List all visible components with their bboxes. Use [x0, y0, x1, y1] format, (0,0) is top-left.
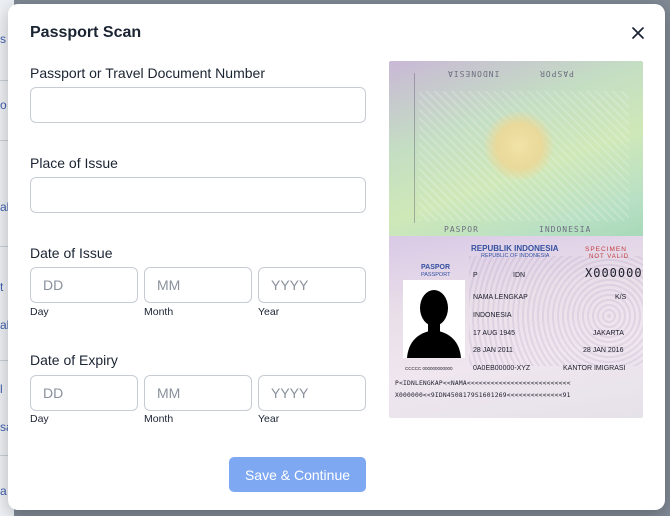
passport-birth-date: 17 AUG 1945 — [473, 330, 516, 337]
expiry-day-input[interactable] — [30, 375, 138, 411]
passport-number: X000000 — [585, 266, 643, 280]
passport-nationality: INDONESIA — [473, 312, 512, 319]
document-number-input[interactable] — [30, 87, 366, 123]
passport-issue-date: 28 JAN 2011 — [473, 347, 513, 354]
passport-top-text: INDONESIA — [447, 69, 500, 78]
passport-top-text: PASPOR — [444, 225, 479, 234]
expiry-year-sublabel: Year — [258, 413, 280, 425]
passport-photo — [403, 280, 465, 358]
passport-doc-label-en: PASSPORT — [421, 272, 451, 278]
expiry-month-sublabel: Month — [144, 413, 174, 425]
passport-sex: K/S — [615, 294, 627, 301]
passport-code: IDN — [513, 272, 526, 279]
passport-photo-code: CCCCC 000000000000 — [405, 366, 453, 371]
issue-year-input[interactable] — [258, 267, 366, 303]
passport-cover-page: INDONESIA PASPOR PASPOR INDONESIA — [389, 61, 643, 236]
passport-name: NAMA LENGKAP — [473, 294, 528, 301]
passport-data-page: REPUBLIK INDONESIA REPUBLIC OF INDONESIA… — [389, 236, 643, 418]
passport-scan-modal: Passport Scan Passport or Travel Documen… — [8, 4, 665, 510]
modal-title: Passport Scan — [30, 24, 142, 41]
passport-type: P — [473, 272, 478, 279]
passport-country: REPUBLIK INDONESIA — [471, 244, 559, 253]
passport-doc-label: PASPOR — [421, 264, 451, 271]
passport-expiry-date: 28 JAN 2016 — [583, 347, 624, 354]
expiry-day-sublabel: Day — [30, 413, 49, 425]
save-continue-button[interactable]: Save & Continue — [229, 457, 366, 492]
person-silhouette-icon — [403, 280, 465, 358]
passport-emblem — [484, 111, 554, 181]
place-of-issue-input[interactable] — [30, 177, 366, 213]
passport-country-en: REPUBLIC OF INDONESIA — [481, 253, 550, 259]
passport-top-text: PASPOR — [539, 69, 574, 78]
date-of-issue-label: Date of Issue — [30, 245, 113, 261]
issue-day-sublabel: Day — [30, 306, 49, 318]
expiry-year-input[interactable] — [258, 375, 366, 411]
passport-margin — [397, 73, 415, 223]
passport-office: KANTOR IMIGRASI — [563, 365, 626, 372]
place-of-issue-label: Place of Issue — [30, 155, 118, 171]
issue-month-sublabel: Month — [144, 306, 174, 318]
passport-mrz-line-2: X000000<<9IDN4508179S1601269<<<<<<<<<<<<… — [395, 392, 571, 399]
passport-not-valid: NOT VALID — [589, 254, 630, 260]
passport-top-text: INDONESIA — [539, 225, 592, 234]
issue-month-input[interactable] — [144, 267, 252, 303]
date-of-expiry-label: Date of Expiry — [30, 352, 118, 368]
issue-year-sublabel: Year — [258, 306, 280, 318]
passport-specimen: SPECIMEN — [585, 246, 627, 253]
document-number-label: Passport or Travel Document Number — [30, 65, 265, 81]
issue-day-input[interactable] — [30, 267, 138, 303]
passport-birth-place: JAKARTA — [593, 330, 624, 337]
close-button[interactable] — [627, 22, 649, 44]
expiry-month-input[interactable] — [144, 375, 252, 411]
close-icon — [632, 27, 644, 39]
passport-reg-no: 0A0EB00000-XYZ — [473, 365, 531, 372]
passport-mrz-line-1: P<IDNLENGKAP<<NAMA<<<<<<<<<<<<<<<<<<<<<<… — [395, 380, 571, 387]
passport-sample-image: INDONESIA PASPOR PASPOR INDONESIA REPUBL… — [389, 61, 643, 418]
